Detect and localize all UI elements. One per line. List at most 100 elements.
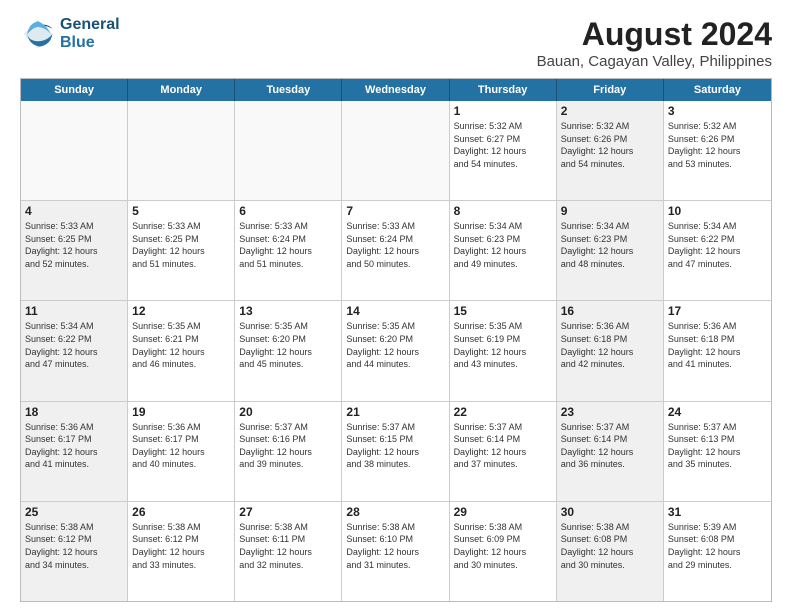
day-info: Sunrise: 5:37 AM Sunset: 6:15 PM Dayligh… bbox=[346, 421, 444, 471]
calendar-cell: 1Sunrise: 5:32 AM Sunset: 6:27 PM Daylig… bbox=[450, 101, 557, 200]
calendar-cell: 6 Sunrise: 5:33 AM Sunset: 6:24 PM Daylig… bbox=[235, 201, 342, 300]
calendar-cell: 23Sunrise: 5:37 AM Sunset: 6:14 PM Dayli… bbox=[557, 402, 664, 501]
day-info: Sunrise: 5:32 AM Sunset: 6:27 PM Dayligh… bbox=[454, 120, 552, 170]
day-info: Sunrise: 5:37 AM Sunset: 6:14 PM Dayligh… bbox=[454, 421, 552, 471]
week-4: 18 Sunrise: 5:36 AM Sunset: 6:17 PM Dayli… bbox=[21, 401, 771, 501]
week-3: 11 Sunrise: 5:34 AM Sunset: 6:22 PM Dayli… bbox=[21, 300, 771, 400]
day-info: Sunrise: 5:34 AM Sunset: 6:22 PM Dayligh… bbox=[25, 320, 123, 370]
day-info: Sunrise: 5:33 AM Sunset: 6:25 PM Dayligh… bbox=[132, 220, 230, 270]
calendar-cell: 8 Sunrise: 5:34 AM Sunset: 6:23 PM Daylig… bbox=[450, 201, 557, 300]
day-info: Sunrise: 5:32 AM Sunset: 6:26 PM Dayligh… bbox=[561, 120, 659, 170]
day-number: 23 bbox=[561, 405, 659, 419]
day-number: 21 bbox=[346, 405, 444, 419]
calendar-cell: 29Sunrise: 5:38 AM Sunset: 6:09 PM Dayli… bbox=[450, 502, 557, 601]
day-info: Sunrise: 5:34 AM Sunset: 6:22 PM Dayligh… bbox=[668, 220, 767, 270]
day-number: 4 bbox=[25, 204, 123, 218]
day-number: 30 bbox=[561, 505, 659, 519]
calendar: Sunday Monday Tuesday Wednesday Thursday… bbox=[20, 78, 772, 602]
day-number: 25 bbox=[25, 505, 123, 519]
calendar-cell: 22 Sunrise: 5:37 AM Sunset: 6:14 PM Dayli… bbox=[450, 402, 557, 501]
day-number: 6 bbox=[239, 204, 337, 218]
day-number: 22 bbox=[454, 405, 552, 419]
day-number: 24 bbox=[668, 405, 767, 419]
calendar-cell: 14 Sunrise: 5:35 AM Sunset: 6:20 PM Dayli… bbox=[342, 301, 449, 400]
day-number: 15 bbox=[454, 304, 552, 318]
day-info: Sunrise: 5:38 AM Sunset: 6:12 PM Dayligh… bbox=[132, 521, 230, 571]
day-number: 9 bbox=[561, 204, 659, 218]
header-thursday: Thursday bbox=[450, 79, 557, 101]
calendar-cell bbox=[235, 101, 342, 200]
day-number: 5 bbox=[132, 204, 230, 218]
day-info: Sunrise: 5:37 AM Sunset: 6:13 PM Dayligh… bbox=[668, 421, 767, 471]
header: General Blue August 2024 Bauan, Cagayan … bbox=[20, 16, 772, 70]
calendar-cell bbox=[342, 101, 449, 200]
day-info: Sunrise: 5:33 AM Sunset: 6:24 PM Dayligh… bbox=[239, 220, 337, 270]
day-info: Sunrise: 5:36 AM Sunset: 6:18 PM Dayligh… bbox=[668, 320, 767, 370]
week-2: 4 Sunrise: 5:33 AM Sunset: 6:25 PM Daylig… bbox=[21, 200, 771, 300]
day-info: Sunrise: 5:36 AM Sunset: 6:17 PM Dayligh… bbox=[132, 421, 230, 471]
day-info: Sunrise: 5:33 AM Sunset: 6:24 PM Dayligh… bbox=[346, 220, 444, 270]
day-info: Sunrise: 5:38 AM Sunset: 6:09 PM Dayligh… bbox=[454, 521, 552, 571]
day-info: Sunrise: 5:36 AM Sunset: 6:17 PM Dayligh… bbox=[25, 421, 123, 471]
subtitle: Bauan, Cagayan Valley, Philippines bbox=[537, 53, 772, 70]
calendar-cell: 30 Sunrise: 5:38 AM Sunset: 6:08 PM Dayli… bbox=[557, 502, 664, 601]
calendar-cell: 4 Sunrise: 5:33 AM Sunset: 6:25 PM Daylig… bbox=[21, 201, 128, 300]
header-tuesday: Tuesday bbox=[235, 79, 342, 101]
header-friday: Friday bbox=[557, 79, 664, 101]
main-title: August 2024 bbox=[537, 16, 772, 53]
calendar-cell: 20Sunrise: 5:37 AM Sunset: 6:16 PM Dayli… bbox=[235, 402, 342, 501]
calendar-header: Sunday Monday Tuesday Wednesday Thursday… bbox=[21, 79, 771, 101]
day-info: Sunrise: 5:35 AM Sunset: 6:21 PM Dayligh… bbox=[132, 320, 230, 370]
day-number: 2 bbox=[561, 104, 659, 118]
day-number: 14 bbox=[346, 304, 444, 318]
calendar-cell: 21 Sunrise: 5:37 AM Sunset: 6:15 PM Dayli… bbox=[342, 402, 449, 501]
day-number: 16 bbox=[561, 304, 659, 318]
calendar-cell: 3Sunrise: 5:32 AM Sunset: 6:26 PM Daylig… bbox=[664, 101, 771, 200]
day-number: 11 bbox=[25, 304, 123, 318]
calendar-body: 1Sunrise: 5:32 AM Sunset: 6:27 PM Daylig… bbox=[21, 101, 771, 601]
calendar-cell: 25Sunrise: 5:38 AM Sunset: 6:12 PM Dayli… bbox=[21, 502, 128, 601]
calendar-cell: 9 Sunrise: 5:34 AM Sunset: 6:23 PM Daylig… bbox=[557, 201, 664, 300]
day-info: Sunrise: 5:34 AM Sunset: 6:23 PM Dayligh… bbox=[454, 220, 552, 270]
calendar-cell: 11 Sunrise: 5:34 AM Sunset: 6:22 PM Dayli… bbox=[21, 301, 128, 400]
day-number: 12 bbox=[132, 304, 230, 318]
calendar-cell: 31 Sunrise: 5:39 AM Sunset: 6:08 PM Dayli… bbox=[664, 502, 771, 601]
general-blue-logo-icon bbox=[20, 16, 56, 52]
day-number: 31 bbox=[668, 505, 767, 519]
day-info: Sunrise: 5:33 AM Sunset: 6:25 PM Dayligh… bbox=[25, 220, 123, 270]
calendar-cell: 19 Sunrise: 5:36 AM Sunset: 6:17 PM Dayli… bbox=[128, 402, 235, 501]
header-monday: Monday bbox=[128, 79, 235, 101]
day-number: 19 bbox=[132, 405, 230, 419]
calendar-cell: 7 Sunrise: 5:33 AM Sunset: 6:24 PM Daylig… bbox=[342, 201, 449, 300]
title-area: August 2024 Bauan, Cagayan Valley, Phili… bbox=[537, 16, 772, 70]
day-info: Sunrise: 5:35 AM Sunset: 6:20 PM Dayligh… bbox=[346, 320, 444, 370]
day-number: 26 bbox=[132, 505, 230, 519]
day-info: Sunrise: 5:34 AM Sunset: 6:23 PM Dayligh… bbox=[561, 220, 659, 270]
calendar-cell: 24 Sunrise: 5:37 AM Sunset: 6:13 PM Dayli… bbox=[664, 402, 771, 501]
calendar-cell: 12 Sunrise: 5:35 AM Sunset: 6:21 PM Dayli… bbox=[128, 301, 235, 400]
day-info: Sunrise: 5:35 AM Sunset: 6:20 PM Dayligh… bbox=[239, 320, 337, 370]
calendar-cell: 26 Sunrise: 5:38 AM Sunset: 6:12 PM Dayli… bbox=[128, 502, 235, 601]
calendar-cell: 16 Sunrise: 5:36 AM Sunset: 6:18 PM Dayli… bbox=[557, 301, 664, 400]
calendar-cell: 13Sunrise: 5:35 AM Sunset: 6:20 PM Dayli… bbox=[235, 301, 342, 400]
calendar-cell: 15Sunrise: 5:35 AM Sunset: 6:19 PM Dayli… bbox=[450, 301, 557, 400]
calendar-cell: 28 Sunrise: 5:38 AM Sunset: 6:10 PM Dayli… bbox=[342, 502, 449, 601]
calendar-cell: 18 Sunrise: 5:36 AM Sunset: 6:17 PM Dayli… bbox=[21, 402, 128, 501]
day-number: 17 bbox=[668, 304, 767, 318]
header-sunday: Sunday bbox=[21, 79, 128, 101]
day-number: 8 bbox=[454, 204, 552, 218]
day-info: Sunrise: 5:39 AM Sunset: 6:08 PM Dayligh… bbox=[668, 521, 767, 571]
logo-area: General Blue bbox=[20, 16, 120, 52]
day-number: 27 bbox=[239, 505, 337, 519]
calendar-cell bbox=[128, 101, 235, 200]
calendar-cell: 5 Sunrise: 5:33 AM Sunset: 6:25 PM Daylig… bbox=[128, 201, 235, 300]
day-number: 18 bbox=[25, 405, 123, 419]
day-number: 10 bbox=[668, 204, 767, 218]
page: General Blue August 2024 Bauan, Cagayan … bbox=[0, 0, 792, 612]
calendar-cell: 10 Sunrise: 5:34 AM Sunset: 6:22 PM Dayli… bbox=[664, 201, 771, 300]
day-info: Sunrise: 5:38 AM Sunset: 6:08 PM Dayligh… bbox=[561, 521, 659, 571]
day-number: 28 bbox=[346, 505, 444, 519]
day-number: 7 bbox=[346, 204, 444, 218]
day-info: Sunrise: 5:38 AM Sunset: 6:10 PM Dayligh… bbox=[346, 521, 444, 571]
day-info: Sunrise: 5:36 AM Sunset: 6:18 PM Dayligh… bbox=[561, 320, 659, 370]
